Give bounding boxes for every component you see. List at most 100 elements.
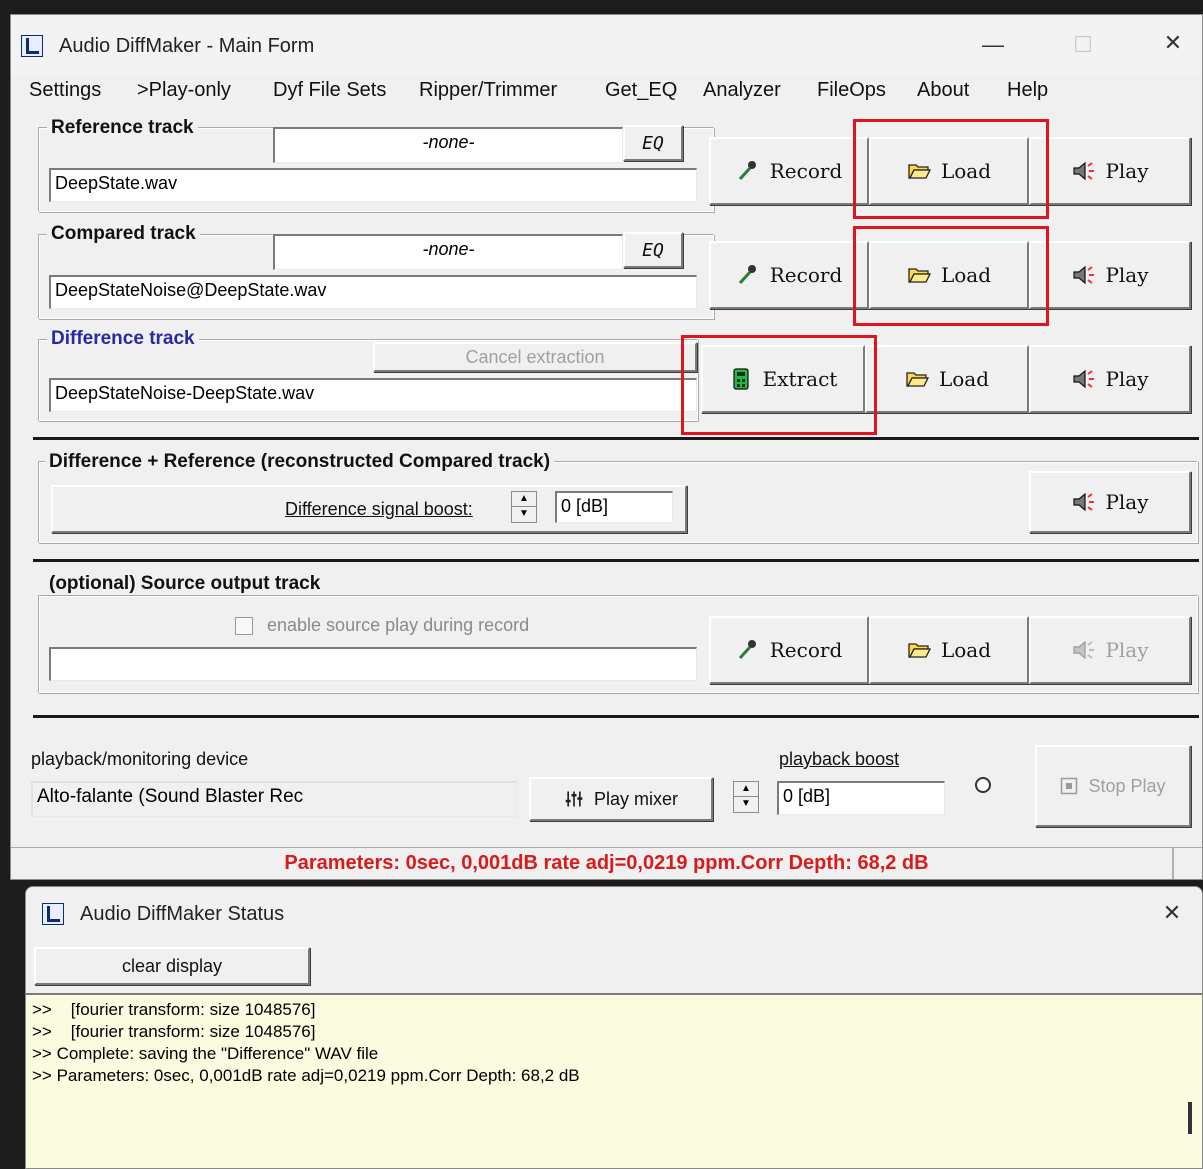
microphone-icon: [736, 638, 760, 662]
compared-play-label: Play: [1105, 263, 1149, 287]
playback-boost-label: playback boost: [779, 749, 900, 769]
log-scrollbar-thumb[interactable]: [1188, 1102, 1192, 1134]
source-play-checkbox[interactable]: [235, 617, 253, 635]
compared-record-label: Record: [769, 263, 843, 287]
speaker-icon: [1071, 490, 1095, 514]
difference-file-field[interactable]: DeepStateNoise-DeepState.wav: [49, 378, 697, 412]
difference-track-title: Difference track: [47, 328, 199, 350]
reference-play-label: Play: [1105, 159, 1149, 183]
reference-load-button[interactable]: Load: [869, 137, 1029, 205]
clear-display-button[interactable]: clear display: [34, 947, 310, 985]
close-icon[interactable]: ✕: [1152, 900, 1192, 926]
play-mixer-label: Play mixer: [593, 788, 678, 809]
playback-boost-spinner[interactable]: ▲ ▼: [733, 781, 759, 813]
main-window: Audio DiffMaker - Main Form — ☐ ✕ Settin…: [10, 14, 1203, 880]
spin-up-icon[interactable]: ▲: [512, 492, 536, 507]
playback-boost-input[interactable]: 0 [dB]: [777, 781, 945, 815]
log-line: >> [fourier transform: size 1048576]: [32, 1000, 316, 1019]
compared-record-button[interactable]: Record: [709, 241, 869, 309]
folder-open-icon: [907, 638, 931, 662]
title-bar[interactable]: Audio DiffMaker - Main Form — ☐ ✕: [11, 15, 1202, 75]
status-log[interactable]: >> [fourier transform: size 1048576] >> …: [26, 993, 1202, 1168]
diff-boost-input[interactable]: 0 [dB]: [555, 491, 673, 523]
playback-device-field[interactable]: Alto-falante (Sound Blaster Rec: [31, 781, 517, 817]
difference-load-label: Load: [938, 367, 990, 391]
diff-plus-ref-title: Difference + Reference (reconstructed Co…: [45, 451, 555, 473]
log-line: >> [fourier transform: size 1048576]: [32, 1022, 316, 1041]
spin-down-icon[interactable]: ▼: [734, 797, 758, 812]
menu-settings[interactable]: Settings: [29, 79, 101, 102]
speaker-icon: [1071, 367, 1095, 391]
status-title-bar[interactable]: Audio DiffMaker Status ✕: [26, 887, 1202, 943]
separator: [33, 437, 1199, 440]
compared-eq-button[interactable]: EQ: [623, 232, 683, 268]
close-icon[interactable]: ✕: [1153, 30, 1193, 56]
menu-play-only[interactable]: >Play-only: [137, 79, 231, 102]
difference-play-button[interactable]: Play: [1029, 345, 1191, 413]
spin-up-icon[interactable]: ▲: [734, 782, 758, 797]
app-icon: [21, 35, 43, 57]
compared-eq-field: -none-: [273, 234, 623, 270]
microphone-icon: [736, 263, 760, 287]
play-mixer-button[interactable]: Play mixer: [529, 777, 713, 821]
speaker-icon: [1071, 638, 1095, 662]
source-play-label: Play: [1105, 638, 1149, 662]
source-record-button[interactable]: Record: [709, 616, 869, 684]
source-track-title: (optional) Source output track: [45, 573, 325, 595]
diff-plus-ref-play-button[interactable]: Play: [1029, 471, 1191, 533]
source-file-field[interactable]: [49, 647, 697, 681]
extract-button[interactable]: Extract: [701, 345, 865, 413]
playback-device-label: playback/monitoring device: [31, 749, 249, 769]
minimize-icon[interactable]: —: [973, 32, 1013, 58]
status-window-title: Audio DiffMaker Status: [80, 903, 285, 925]
log-line: >> Parameters: 0sec, 0,001dB rate adj=0,…: [32, 1066, 580, 1085]
compared-load-button[interactable]: Load: [869, 241, 1029, 309]
menu-ripper-trimmer[interactable]: Ripper/Trimmer: [419, 79, 557, 102]
app-icon: [42, 903, 64, 925]
speaker-icon: [1071, 159, 1095, 183]
reference-record-button[interactable]: Record: [709, 137, 869, 205]
source-load-button[interactable]: Load: [869, 616, 1029, 684]
status-bar-text: Parameters: 0sec, 0,001dB rate adj=0,021…: [284, 852, 929, 874]
microphone-icon: [736, 159, 760, 183]
calculator-icon: [729, 367, 753, 391]
reference-file-field[interactable]: DeepState.wav: [49, 168, 697, 202]
menu-about[interactable]: About: [917, 79, 969, 102]
source-play-checkbox-label: enable source play during record: [267, 615, 530, 635]
stop-play-button[interactable]: Stop Play: [1035, 745, 1191, 827]
separator: [33, 559, 1199, 562]
folder-open-icon: [907, 263, 931, 287]
stop-square-icon: [1060, 777, 1078, 795]
reference-eq-button[interactable]: EQ: [623, 125, 683, 161]
status-bar-divider: [1172, 848, 1174, 879]
diff-boost-label: Difference signal boost:: [285, 498, 473, 519]
compared-track-title: Compared track: [47, 223, 200, 245]
cancel-extraction-button[interactable]: Cancel extraction: [373, 342, 697, 372]
stop-play-label: Stop Play: [1088, 775, 1166, 796]
compared-file-field[interactable]: DeepStateNoise@DeepState.wav: [49, 275, 697, 309]
folder-open-icon: [905, 367, 929, 391]
difference-play-label: Play: [1105, 367, 1149, 391]
compared-play-button[interactable]: Play: [1029, 241, 1191, 309]
window-title: Audio DiffMaker - Main Form: [59, 35, 315, 57]
extract-label: Extract: [762, 367, 838, 391]
spin-down-icon[interactable]: ▼: [512, 507, 536, 522]
menu-get-eq[interactable]: Get_EQ: [605, 79, 677, 102]
menu-help[interactable]: Help: [1007, 79, 1048, 102]
menu-fileops[interactable]: FileOps: [817, 79, 886, 102]
diff-boost-spinner[interactable]: ▲ ▼: [511, 491, 537, 523]
folder-open-icon: [907, 159, 931, 183]
mixer-sliders-icon: [564, 789, 584, 809]
source-record-label: Record: [769, 638, 843, 662]
menu-dyf-file-sets[interactable]: Dyf File Sets: [273, 79, 386, 102]
menu-analyzer[interactable]: Analyzer: [703, 79, 781, 102]
source-load-label: Load: [940, 638, 992, 662]
difference-load-button[interactable]: Load: [865, 345, 1029, 413]
reference-play-button[interactable]: Play: [1029, 137, 1191, 205]
compared-load-label: Load: [940, 263, 992, 287]
maximize-icon[interactable]: ☐: [1063, 32, 1103, 58]
playback-indicator-radio[interactable]: [975, 777, 991, 793]
reference-track-title: Reference track: [47, 117, 198, 139]
source-play-button[interactable]: Play: [1029, 616, 1191, 684]
reference-eq-field: -none-: [273, 127, 623, 163]
